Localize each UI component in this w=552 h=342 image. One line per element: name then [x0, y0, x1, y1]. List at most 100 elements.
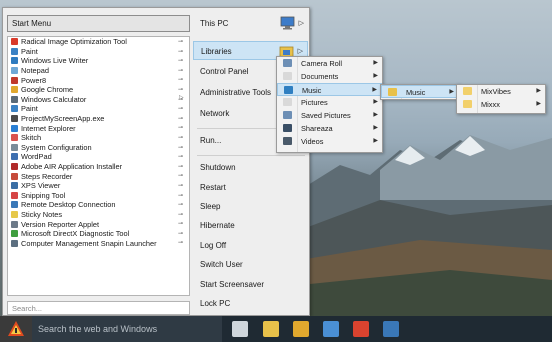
libraries-submenu: Camera Roll ▶ Documents ▶ Music ▶ Pictures ▶ Sav… — [276, 56, 383, 153]
program-label: Version Reporter Applet — [21, 219, 100, 229]
version-reporter-icon — [11, 220, 18, 228]
program-item[interactable]: Snipping Tool ⊸ — [8, 191, 189, 201]
steps-recorder-icon — [11, 172, 18, 180]
start-menu-item-hibernate[interactable]: Hibernate — [193, 216, 308, 235]
program-label: Skitch — [21, 133, 42, 143]
program-item[interactable]: Paint ⊸ — [8, 47, 189, 57]
pin-icon[interactable]: ⊸ — [178, 105, 183, 112]
pin-icon[interactable]: ⊸ — [178, 201, 183, 208]
submenu-item-videos[interactable]: Videos ▶ — [277, 135, 382, 148]
program-item[interactable]: Paint ⊸ — [8, 104, 189, 114]
pin-icon[interactable]: ⊸ — [178, 153, 183, 160]
program-list[interactable]: Radical Image Optimization Tool ⊸ Paint ⊸ Wi… — [7, 36, 190, 296]
chevron-right-icon: ▶ — [373, 99, 378, 105]
program-item[interactable]: Google Chrome ⊸ — [8, 85, 189, 95]
start-button[interactable] — [0, 316, 32, 342]
pin-icon[interactable]: ⊸ — [178, 211, 183, 218]
sticky-notes-icon — [11, 210, 18, 218]
task-view-icon[interactable] — [232, 321, 248, 337]
pin-icon[interactable]: ⊸ — [178, 144, 183, 151]
start-menu-item-label: Hibernate — [200, 221, 235, 230]
start-menu-item-shutdown[interactable]: Shutdown — [193, 158, 308, 177]
program-item[interactable]: Windows Calculator ⊸ — [8, 95, 189, 105]
pin-icon[interactable]: ⊸ — [178, 48, 183, 55]
submenu-item-shareaza[interactable]: Shareaza ▶ — [277, 122, 382, 135]
submenu-item-mixxx[interactable]: Mixxx ▶ — [457, 98, 545, 111]
app-red-icon[interactable] — [353, 321, 369, 337]
chevron-right-icon: ▶ — [373, 60, 378, 66]
notepad-icon — [11, 67, 18, 75]
xps-viewer-icon — [11, 182, 18, 190]
program-item[interactable]: Version Reporter Applet ⊸ — [8, 219, 189, 229]
pin-icon[interactable]: ⊸ — [178, 38, 183, 45]
pin-icon[interactable]: ⊸ — [178, 163, 183, 170]
program-item[interactable]: Skitch ⊸ — [8, 133, 189, 143]
pin-icon[interactable]: ⊸ — [178, 134, 183, 141]
program-item[interactable]: ProjectMyScreenApp.exe ⊸ — [8, 114, 189, 124]
start-menu-item-restart[interactable]: Restart — [193, 178, 308, 197]
program-item[interactable]: Remote Desktop Connection ⊸ — [8, 200, 189, 210]
wordpad-icon — [11, 153, 18, 161]
program-item[interactable]: Power8 ⊸ — [8, 75, 189, 85]
submenu-item-documents[interactable]: Documents ▶ — [277, 70, 382, 83]
program-item[interactable]: Windows Live Writer ⊸ — [8, 56, 189, 66]
start-menu-item-label: Restart — [200, 183, 226, 192]
submenu-item-label: Music — [406, 88, 426, 97]
start-menu-item-this-pc[interactable]: This PC ▷ — [193, 14, 308, 33]
pin-icon[interactable]: ⊸ — [178, 76, 183, 83]
submenu-item-saved-pictures[interactable]: Saved Pictures ▶ — [277, 109, 382, 122]
pin-icon[interactable]: ⊸ — [178, 115, 183, 122]
program-item[interactable]: Microsoft DirectX Diagnostic Tool ⊸ — [8, 229, 189, 239]
pin-icon[interactable]: ⊸ — [178, 220, 183, 227]
program-item[interactable]: Computer Management Snapin Launcher ⊸ — [8, 238, 189, 248]
start-menu-item-sleep[interactable]: Sleep — [193, 197, 308, 216]
directx-icon — [11, 230, 18, 238]
program-item[interactable]: Adobe AIR Application Installer ⊸ — [8, 162, 189, 172]
chrome-icon[interactable] — [293, 321, 309, 337]
pin-icon[interactable]: ⊸ — [178, 192, 183, 199]
program-label: Notepad — [21, 66, 49, 76]
app-icon[interactable] — [323, 321, 339, 337]
chevron-right-icon: ▷ — [298, 20, 304, 27]
start-search-input[interactable]: Search... — [7, 301, 190, 315]
system-config-icon — [11, 143, 18, 151]
pin-icon[interactable]: ⊸ — [178, 172, 183, 179]
pin-icon[interactable]: ⊸ — [178, 57, 183, 64]
saved-pictures-folder-icon — [283, 111, 292, 119]
program-item[interactable]: Sticky Notes ⊸ — [8, 210, 189, 220]
videos-folder-icon — [283, 137, 292, 145]
submenu-item-label: Videos — [301, 137, 324, 146]
submenu-item-music[interactable]: Music ▶ — [277, 83, 382, 96]
file-explorer-icon[interactable] — [263, 321, 279, 337]
start-menu-item-start-screensaver[interactable]: Start Screensaver — [193, 275, 308, 294]
start-menu-item-switch-user[interactable]: Switch User — [193, 255, 308, 274]
program-item[interactable]: Radical Image Optimization Tool ⊸ — [8, 37, 189, 47]
program-item[interactable]: Internet Explorer ⊸ — [8, 123, 189, 133]
start-menu-item-log-off[interactable]: Log Off — [193, 236, 308, 255]
chevron-right-icon: ▶ — [536, 101, 541, 107]
pin-icon[interactable]: ⊸ — [178, 239, 183, 246]
program-label: ProjectMyScreenApp.exe — [21, 114, 105, 124]
program-item[interactable]: System Configuration ⊸ — [8, 143, 189, 153]
program-item[interactable]: XPS Viewer ⊸ — [8, 181, 189, 191]
skitch-icon — [11, 134, 18, 142]
computer-icon[interactable] — [383, 321, 399, 337]
start-menu-item-lock-pc[interactable]: Lock PC — [193, 294, 308, 313]
start-menu-item-label: Switch User — [200, 260, 243, 269]
remote-desktop-icon — [11, 201, 18, 209]
program-item[interactable]: Steps Recorder ⊸ — [8, 171, 189, 181]
pin-icon[interactable]: ⊸ — [178, 124, 183, 131]
pin-icon[interactable]: ⊸ — [178, 86, 183, 93]
submenu-item-pictures[interactable]: Pictures ▶ — [277, 96, 382, 109]
pin-icon[interactable]: ⊸ — [178, 182, 183, 189]
pin-icon[interactable]: ⊸ — [178, 230, 183, 237]
submenu-item-camera-roll[interactable]: Camera Roll ▶ — [277, 57, 382, 70]
pin-icon[interactable]: ⊸ — [178, 67, 183, 74]
submenu-item-label: Camera Roll — [301, 59, 343, 68]
program-label: System Configuration — [21, 142, 92, 152]
submenu-item-mixvibes[interactable]: MixVibes ▶ — [457, 85, 545, 98]
taskbar-search-input[interactable]: Search the web and Windows — [32, 316, 222, 342]
program-item[interactable]: Notepad ⊸ — [8, 66, 189, 76]
program-item[interactable]: WordPad ⊸ — [8, 152, 189, 162]
submenu-item-music[interactable]: Music ▶ — [381, 85, 459, 98]
